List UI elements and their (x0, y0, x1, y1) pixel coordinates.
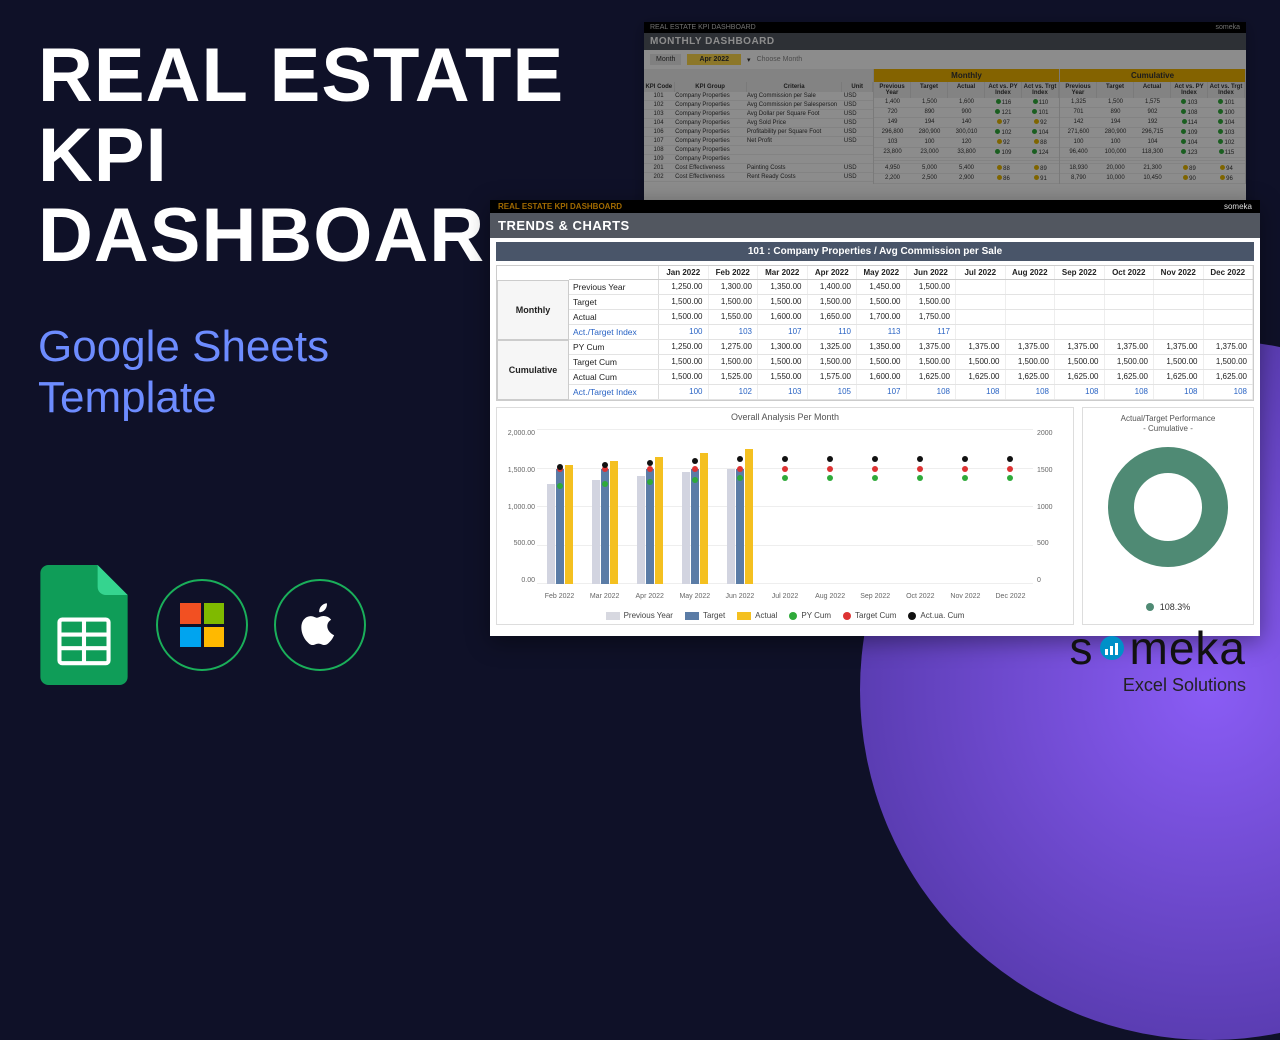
legend-act: Actual (755, 611, 777, 620)
pm-product: REAL ESTATE KPI DASHBOARD (650, 24, 756, 31)
donut-title-2: - Cumulative - (1143, 424, 1193, 433)
block-monthly-title: Monthly (874, 69, 1059, 82)
block-cum-title: Cumulative (1060, 69, 1245, 82)
brand-block: s meka Excel Solutions (1070, 621, 1246, 696)
pm-wm: someka (1215, 24, 1240, 31)
donut-title-1: Actual/Target Performance (1121, 414, 1216, 423)
brand-name-prefix: s (1070, 621, 1094, 675)
hero-sub-l2: Template (38, 373, 217, 422)
pt-product: REAL ESTATE KPI DASHBOARD (498, 202, 622, 211)
group-monthly: Monthly (497, 280, 569, 340)
hero-subtitle: Google Sheets Template (38, 322, 329, 423)
trends-table: Monthly Cumulative Jan 2022Feb 2022Mar 2… (496, 265, 1254, 401)
pm-band: MONTHLY DASHBOARD (644, 33, 1246, 50)
legend-tgtcum: Target Cum (855, 611, 896, 620)
legend-pycum: PY Cum (801, 611, 831, 620)
brand-subtitle: Excel Solutions (1070, 675, 1246, 696)
hero-title-l1: REAL ESTATE (38, 33, 564, 118)
kpi-title-bar: 101 : Company Properties / Avg Commissio… (496, 242, 1254, 261)
chart-main-title: Overall Analysis Per Month (497, 412, 1073, 422)
trends-panel: REAL ESTATE KPI DASHBOARD someka TRENDS &… (490, 200, 1260, 636)
hero-sub-l1: Google Sheets (38, 322, 329, 371)
monthly-dashboard-panel: REAL ESTATE KPI DASHBOARD someka MONTHLY … (644, 22, 1246, 230)
legend-prev: Previous Year (624, 611, 673, 620)
google-sheets-icon (38, 565, 130, 685)
month-selector[interactable]: Apr 2022 (687, 54, 741, 65)
choose-month-hint: Choose Month (757, 56, 803, 63)
apple-icon (274, 579, 366, 671)
pt-band: TRENDS & CHARTS (490, 213, 1260, 238)
brand-name-suffix: meka (1130, 621, 1246, 675)
windows-icon (156, 579, 248, 671)
hero-title-l3: DASHBOARD (38, 193, 541, 278)
donut-ring (1108, 447, 1228, 567)
group-cumulative: Cumulative (497, 340, 569, 400)
chart-legend: Previous Year Target Actual PY Cum Targe… (497, 611, 1073, 620)
legend-tgt: Target (703, 611, 725, 620)
platform-icons (38, 565, 366, 685)
legend-actcum: Act.ua. Cum (920, 611, 964, 620)
month-label: Month (650, 54, 681, 65)
pt-wm: someka (1224, 202, 1252, 211)
donut-chart: Actual/Target Performance- Cumulative - … (1082, 407, 1254, 625)
hero-title-l2: KPI (38, 113, 168, 198)
month-dropdown-icon[interactable]: ▾ (747, 56, 751, 64)
brand-logo-icon (1100, 636, 1124, 660)
donut-value: 108.3% (1160, 602, 1191, 612)
overall-chart: Overall Analysis Per Month 2,000.001,500… (496, 407, 1074, 625)
hero-title: REAL ESTATE KPI DASHBOARD (38, 36, 564, 275)
